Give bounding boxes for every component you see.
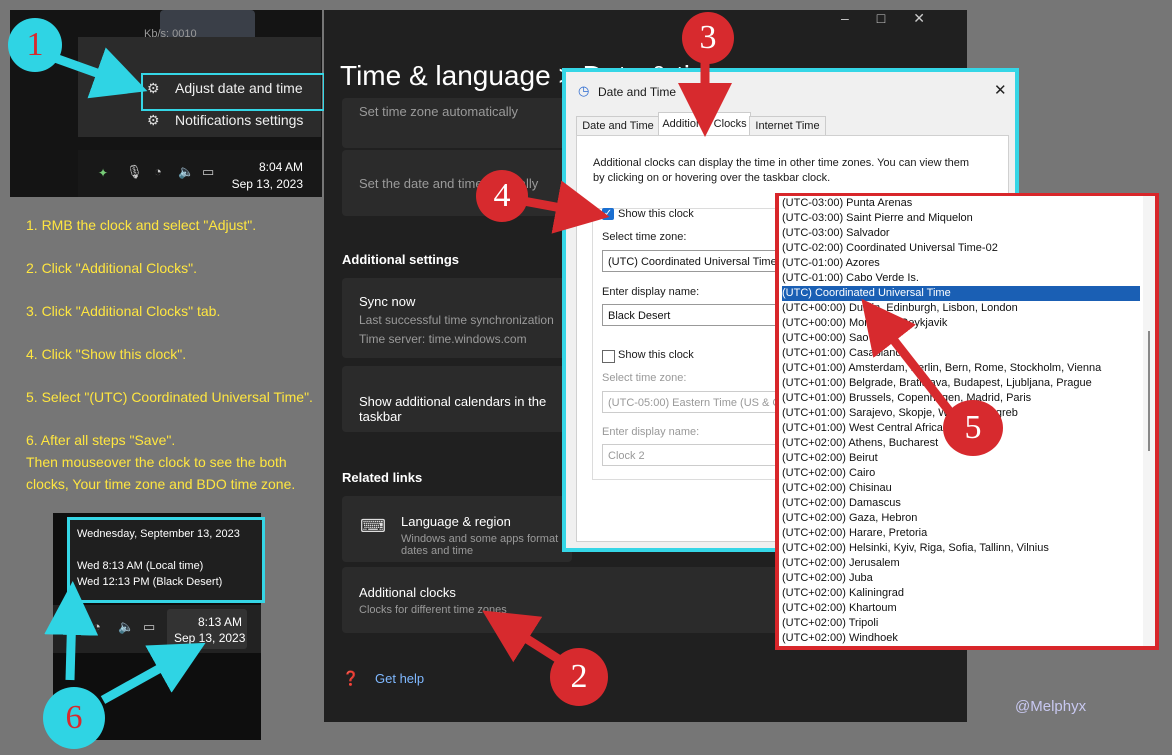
arrow-2	[482, 610, 563, 664]
arrow-1	[53, 47, 148, 99]
step-badge-3: 3	[682, 12, 734, 64]
arrow-6a	[44, 581, 99, 681]
step-badge-6: 6	[43, 687, 105, 749]
step-badge-1: 1	[8, 18, 62, 72]
step-badge-4: 4	[476, 170, 528, 222]
step-badge-5: 5	[943, 400, 1003, 456]
arrow-5	[861, 298, 954, 415]
step-badge-2: 2	[550, 648, 608, 706]
watermark: @Melphyx	[1015, 698, 1087, 715]
arrow-4	[517, 180, 610, 234]
annotation-arrows	[44, 47, 954, 704]
arrow-6b	[100, 642, 206, 704]
